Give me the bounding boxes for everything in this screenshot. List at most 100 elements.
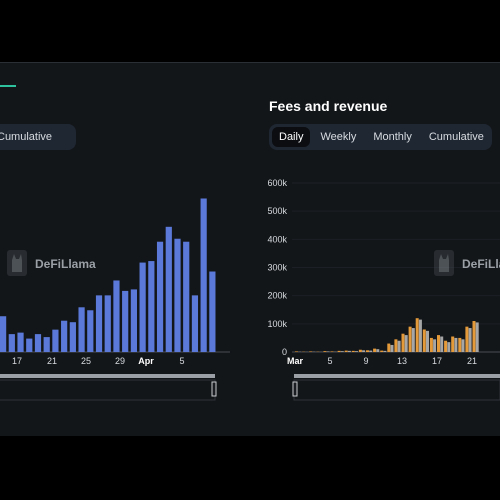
bar — [191, 295, 199, 352]
fees-bar — [351, 350, 355, 352]
bar — [122, 290, 129, 352]
revenue-bar — [383, 350, 387, 352]
volume-chart-panel: Cumulative DeFiLlama 17 21 25 29 Apr 5 — [0, 84, 230, 404]
x-tick-label: Mar — [287, 356, 304, 366]
fees-bar — [451, 336, 455, 352]
revenue-bar — [475, 322, 479, 352]
fees-bar — [309, 351, 313, 352]
revenue-bar — [326, 351, 330, 352]
fees-bar — [337, 350, 341, 352]
fees-bar — [344, 350, 348, 352]
x-tick-label: 9 — [363, 356, 368, 366]
bar — [87, 310, 94, 352]
fees-revenue-chart: 0100k200k300k400k500k600kDeFiLlamaMar591… — [267, 178, 500, 401]
revenue-bar — [418, 319, 422, 352]
bar — [148, 261, 155, 352]
revenue-bar — [404, 335, 408, 352]
revenue-bar — [454, 337, 458, 352]
revenue-bar — [433, 339, 437, 352]
revenue-bar — [376, 349, 380, 352]
bar — [78, 307, 85, 352]
y-tick-label: 500k — [267, 206, 287, 216]
fees-bar — [366, 350, 369, 352]
bar — [26, 338, 33, 352]
range-slider-window — [293, 379, 500, 401]
fees-bar — [387, 343, 391, 352]
x-tick-label: 5 — [327, 356, 332, 366]
x-tick-label: 13 — [397, 356, 407, 366]
x-tick-label: 17 — [432, 356, 442, 366]
bar — [113, 280, 120, 352]
watermark-text: DeFiLlama — [35, 257, 96, 271]
revenue-bar — [362, 350, 366, 352]
range-slider-window — [0, 379, 216, 401]
fees-bar — [408, 326, 412, 352]
fees-bar — [472, 321, 476, 352]
defillama-logo-icon — [434, 250, 454, 276]
revenue-bar — [355, 351, 358, 352]
range-slider-handle — [211, 381, 217, 397]
y-tick-label: 600k — [267, 178, 287, 188]
revenue-bar — [461, 339, 465, 352]
y-tick-label: 400k — [267, 234, 287, 244]
fees-bar — [330, 351, 334, 352]
bar — [156, 241, 164, 352]
bar — [104, 295, 111, 352]
bar — [69, 322, 76, 352]
bar — [183, 241, 190, 352]
revenue-bar — [426, 330, 429, 352]
bar — [200, 198, 207, 352]
revenue-bar — [340, 351, 344, 352]
x-tick-label: 17 — [12, 356, 22, 366]
y-tick-label: 200k — [267, 291, 287, 301]
fees-bar — [429, 337, 433, 352]
fees-bar — [394, 339, 398, 352]
fees-revenue-panel: Fees and revenue Daily Weekly Monthly Cu… — [262, 84, 500, 404]
app-window: Cumulative DeFiLlama 17 21 25 29 Apr 5 Fees an… — [0, 62, 500, 436]
bar — [165, 226, 172, 352]
bar — [139, 262, 146, 352]
revenue-bar — [347, 350, 351, 352]
x-tick-label: 21 — [467, 356, 477, 366]
left-bar-chart: DeFiLlama 17 21 25 29 Apr 5 — [0, 198, 230, 401]
bar — [61, 320, 68, 352]
fees-bar — [422, 329, 426, 352]
x-tick-label: Apr — [138, 356, 154, 366]
bar — [8, 334, 15, 352]
fees-bar — [415, 318, 419, 352]
watermark-text: DeFiLlama — [462, 257, 500, 271]
x-tick-label: 25 — [81, 356, 91, 366]
revenue-bar — [397, 340, 401, 352]
fees-bar — [437, 335, 440, 352]
revenue-bar — [411, 328, 415, 352]
defillama-logo-icon — [7, 250, 27, 276]
revenue-bar — [447, 342, 451, 352]
bar — [52, 329, 59, 352]
revenue-bar — [390, 344, 394, 352]
bar — [209, 271, 216, 352]
range-slider-track — [294, 374, 500, 378]
bar — [95, 295, 103, 352]
fees-bar — [373, 348, 377, 352]
bar — [43, 337, 50, 352]
top-divider — [0, 62, 500, 63]
range-slider-track — [0, 374, 215, 378]
x-tick-label: 29 — [115, 356, 125, 366]
x-tick-label: 21 — [47, 356, 57, 366]
bar — [17, 332, 24, 352]
fees-bar — [323, 351, 327, 352]
revenue-bar — [440, 336, 444, 352]
fees-bar — [401, 333, 405, 352]
bar — [0, 316, 7, 352]
revenue-bar — [369, 350, 373, 352]
y-tick-label: 100k — [267, 319, 287, 329]
revenue-bar — [468, 328, 472, 352]
y-tick-label: 300k — [267, 263, 287, 273]
fees-bar — [380, 350, 384, 352]
fees-bar — [444, 340, 448, 352]
fees-bar — [458, 337, 462, 352]
bar — [174, 238, 181, 352]
fees-bar — [465, 326, 469, 352]
x-tick-label: 5 — [179, 356, 184, 366]
fees-bar — [358, 349, 362, 352]
